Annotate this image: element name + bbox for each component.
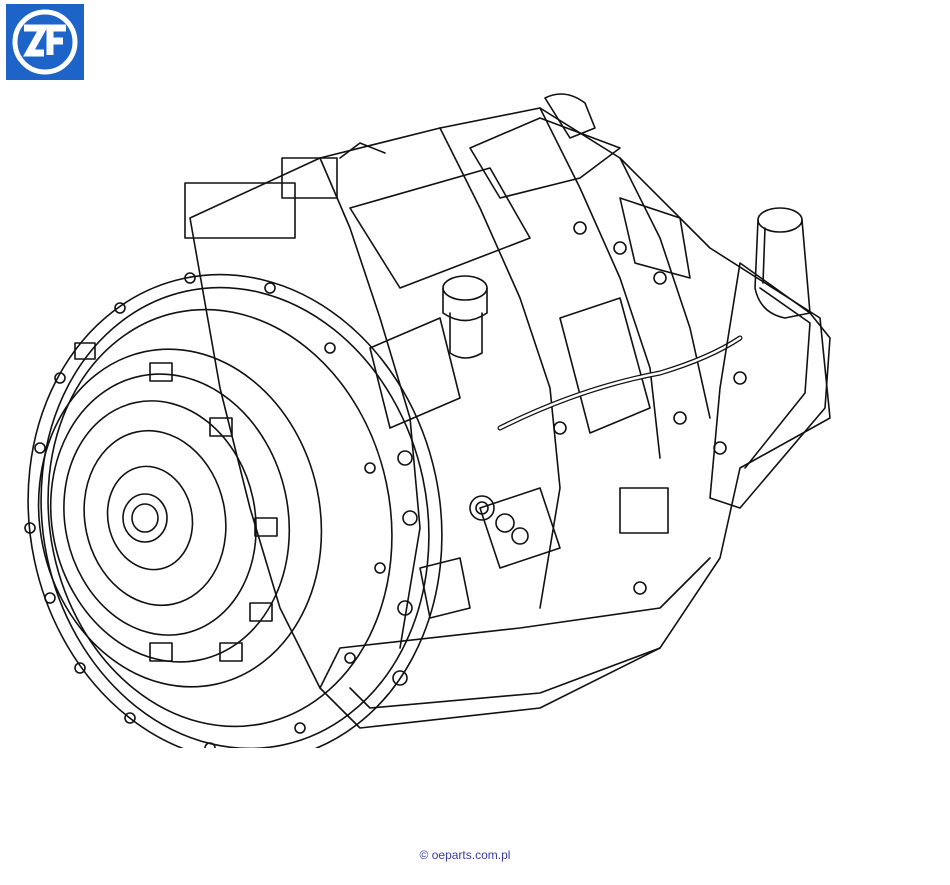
zf-logo: [6, 4, 84, 80]
transmission-drawing: [24, 93, 831, 748]
converter-hub: [122, 493, 168, 543]
watermark: © oeparts.com.pl: [419, 848, 511, 862]
